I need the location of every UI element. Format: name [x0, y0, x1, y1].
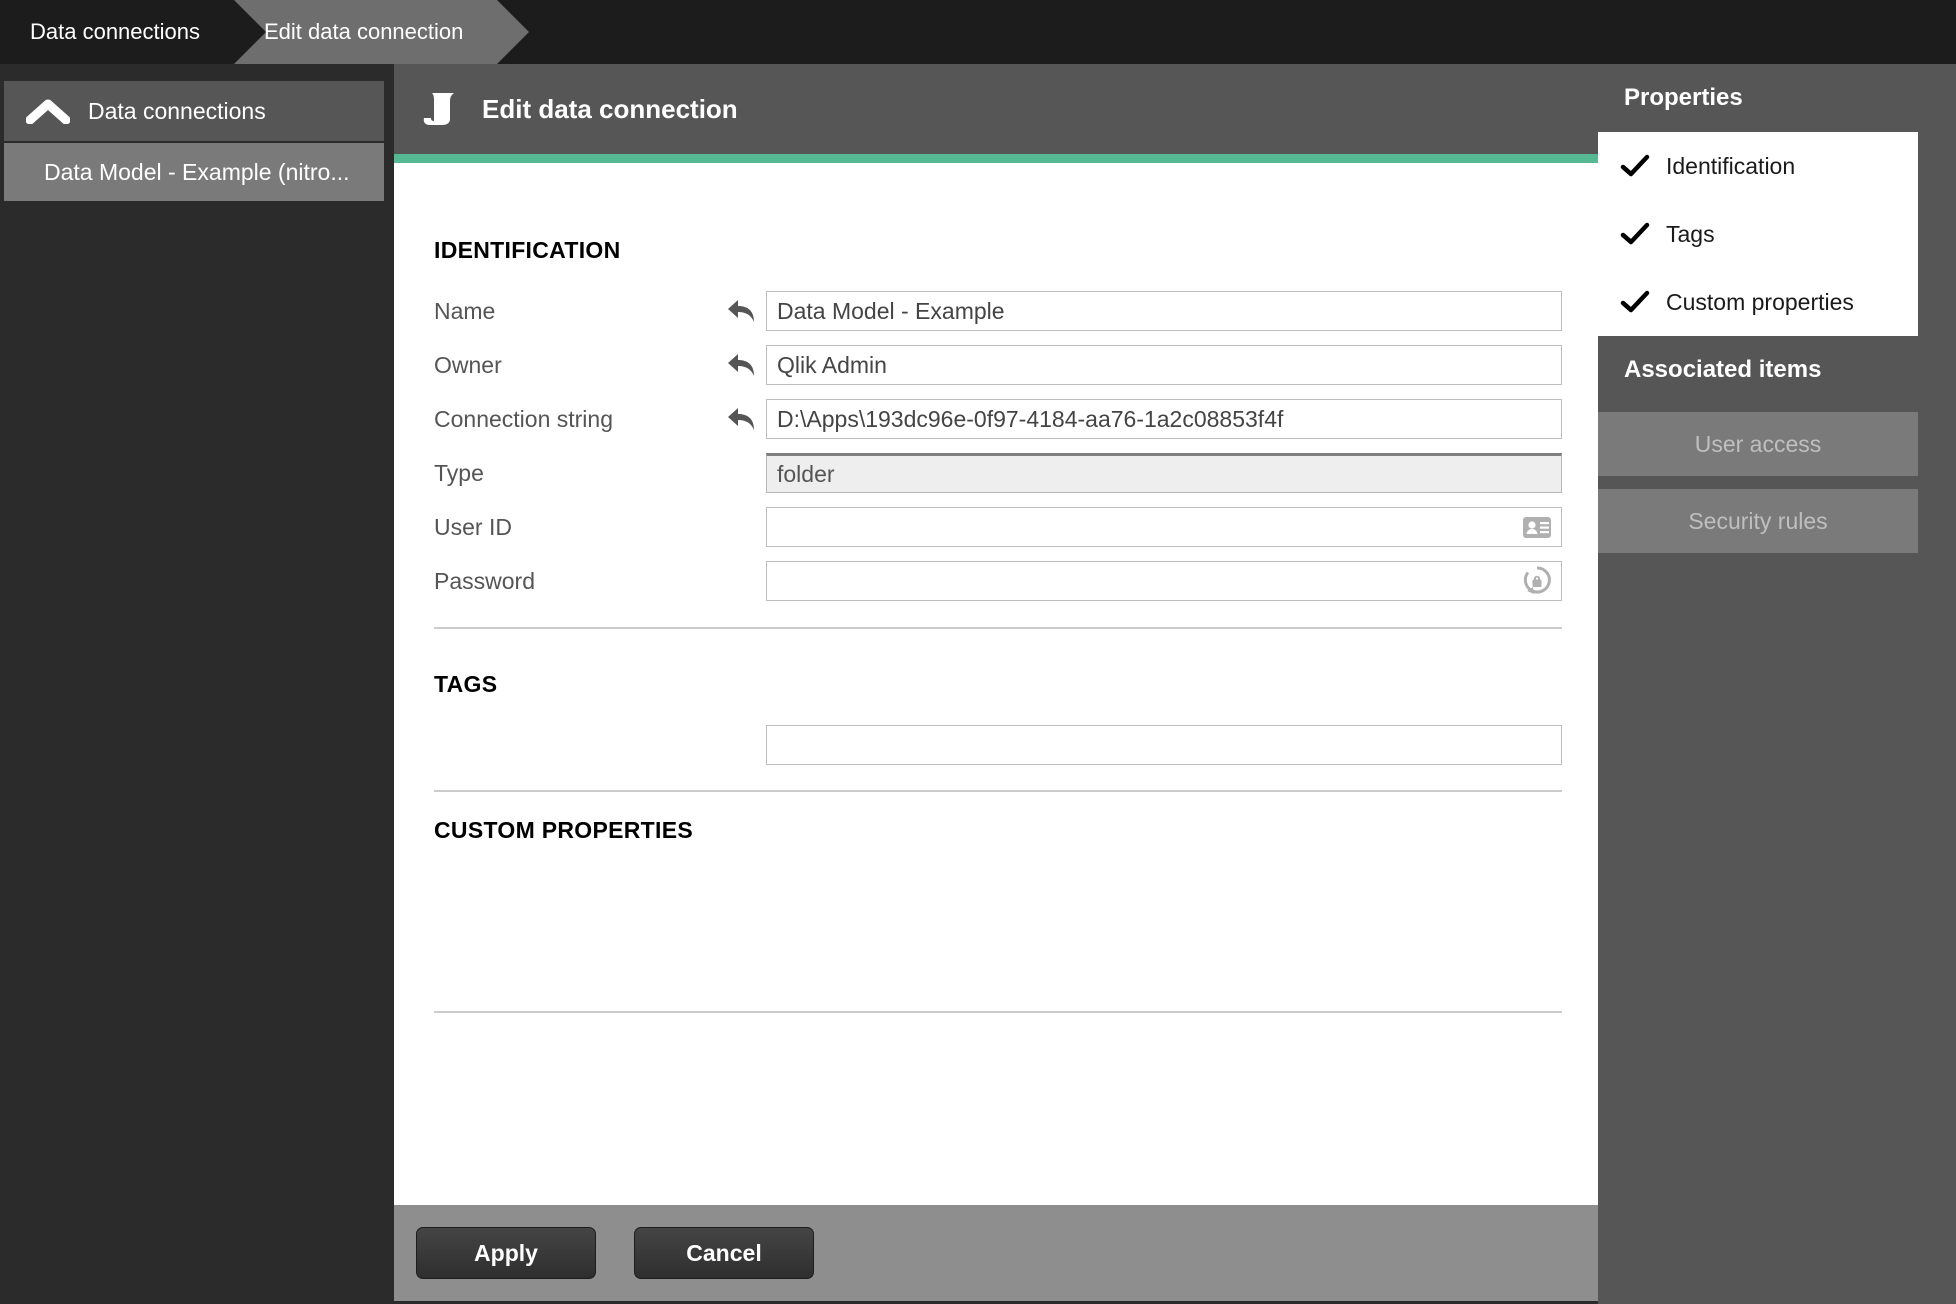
field-label-user-id: User ID [434, 514, 724, 541]
associated-items-heading: Associated items [1598, 336, 1956, 404]
field-row-type: Type folder [434, 451, 1562, 495]
field-label-owner: Owner [434, 352, 724, 379]
check-icon [1620, 290, 1650, 314]
id-card-icon[interactable] [1521, 511, 1553, 543]
properties-heading: Properties [1598, 64, 1956, 132]
cancel-button-label: Cancel [686, 1240, 761, 1267]
breadcrumb-label: Data connections [30, 19, 200, 45]
content-panel: Edit data connection IDENTIFICATION Name… [394, 64, 1598, 1301]
sidebar-header-label: Data connections [88, 98, 266, 125]
field-row-tags [434, 723, 1562, 767]
breadcrumb-arrow-icon [234, 0, 266, 64]
breadcrumb-item-edit-data-connection[interactable]: Edit data connection [234, 0, 497, 64]
undo-icon[interactable] [724, 296, 758, 326]
breadcrumb-label: Edit data connection [264, 19, 463, 45]
user-id-input[interactable] [766, 507, 1562, 547]
properties-list: Identification Tags Custom properties [1598, 132, 1918, 336]
sidebar-item-data-model-example[interactable]: Data Model - Example (nitro... [4, 143, 384, 201]
type-input-value: folder [777, 461, 835, 488]
name-input[interactable]: Data Model - Example [766, 291, 1562, 331]
associated-item-label: User access [1695, 431, 1822, 458]
type-input: folder [766, 453, 1562, 493]
properties-item-label: Custom properties [1666, 289, 1854, 316]
field-row-name: Name Data Model - Example [434, 289, 1562, 333]
sidebar: Data connections Data Model - Example (n… [0, 64, 388, 1304]
divider [434, 790, 1562, 792]
password-reset-lock-icon[interactable] [1521, 565, 1553, 597]
connection-string-input[interactable]: D:\Apps\193dc96e-0f97-4184-aa76-1a2c0885… [766, 399, 1562, 439]
divider [434, 1011, 1562, 1013]
check-icon [1620, 154, 1650, 178]
password-input[interactable] [766, 561, 1562, 601]
breadcrumb-item-data-connections[interactable]: Data connections [0, 0, 234, 64]
field-row-user-id: User ID [434, 505, 1562, 549]
owner-input[interactable]: Qlik Admin [766, 345, 1562, 385]
breadcrumb: Data connections Edit data connection [0, 0, 1956, 64]
breadcrumb-arrow-icon [497, 0, 529, 64]
apply-button[interactable]: Apply [416, 1227, 596, 1279]
footer-action-bar: Apply Cancel [394, 1205, 1598, 1301]
chevron-up-icon [26, 98, 70, 124]
field-label-connection-string: Connection string [434, 406, 724, 433]
properties-item-label: Identification [1666, 153, 1795, 180]
cancel-button[interactable]: Cancel [634, 1227, 814, 1279]
associated-item-security-rules: Security rules [1598, 489, 1918, 553]
field-row-password: Password [434, 559, 1562, 603]
field-row-connection-string: Connection string D:\Apps\193dc96e-0f97-… [434, 397, 1562, 441]
right-panel: Properties Identification Tags [1598, 64, 1956, 1304]
field-label-type: Type [434, 460, 724, 487]
field-label-name: Name [434, 298, 724, 325]
form-area: IDENTIFICATION Name Data Model - Example… [394, 163, 1598, 1205]
check-icon [1620, 222, 1650, 246]
associated-item-label: Security rules [1688, 508, 1827, 535]
undo-icon[interactable] [724, 350, 758, 380]
associated-item-user-access: User access [1598, 412, 1918, 476]
properties-item-tags[interactable]: Tags [1598, 200, 1918, 268]
accent-bar [394, 154, 1598, 163]
sidebar-header-data-connections[interactable]: Data connections [4, 81, 384, 141]
field-label-password: Password [434, 568, 724, 595]
undo-icon[interactable] [724, 404, 758, 434]
properties-item-custom-properties[interactable]: Custom properties [1598, 268, 1918, 336]
tags-input[interactable] [766, 725, 1562, 765]
section-title-identification: IDENTIFICATION [434, 237, 620, 264]
properties-item-identification[interactable]: Identification [1598, 132, 1918, 200]
connection-string-input-value: D:\Apps\193dc96e-0f97-4184-aa76-1a2c0885… [777, 406, 1283, 433]
content-header: Edit data connection [394, 64, 1598, 154]
properties-item-label: Tags [1666, 221, 1715, 248]
section-title-tags: TAGS [434, 671, 497, 698]
sidebar-item-label: Data Model - Example (nitro... [44, 159, 350, 186]
page-title: Edit data connection [482, 94, 738, 125]
section-title-custom-properties: CUSTOM PROPERTIES [434, 817, 693, 844]
apply-button-label: Apply [474, 1240, 538, 1267]
name-input-value: Data Model - Example [777, 298, 1005, 325]
divider [434, 627, 1562, 629]
document-scroll-icon [420, 89, 460, 129]
owner-input-value: Qlik Admin [777, 352, 887, 379]
field-row-owner: Owner Qlik Admin [434, 343, 1562, 387]
